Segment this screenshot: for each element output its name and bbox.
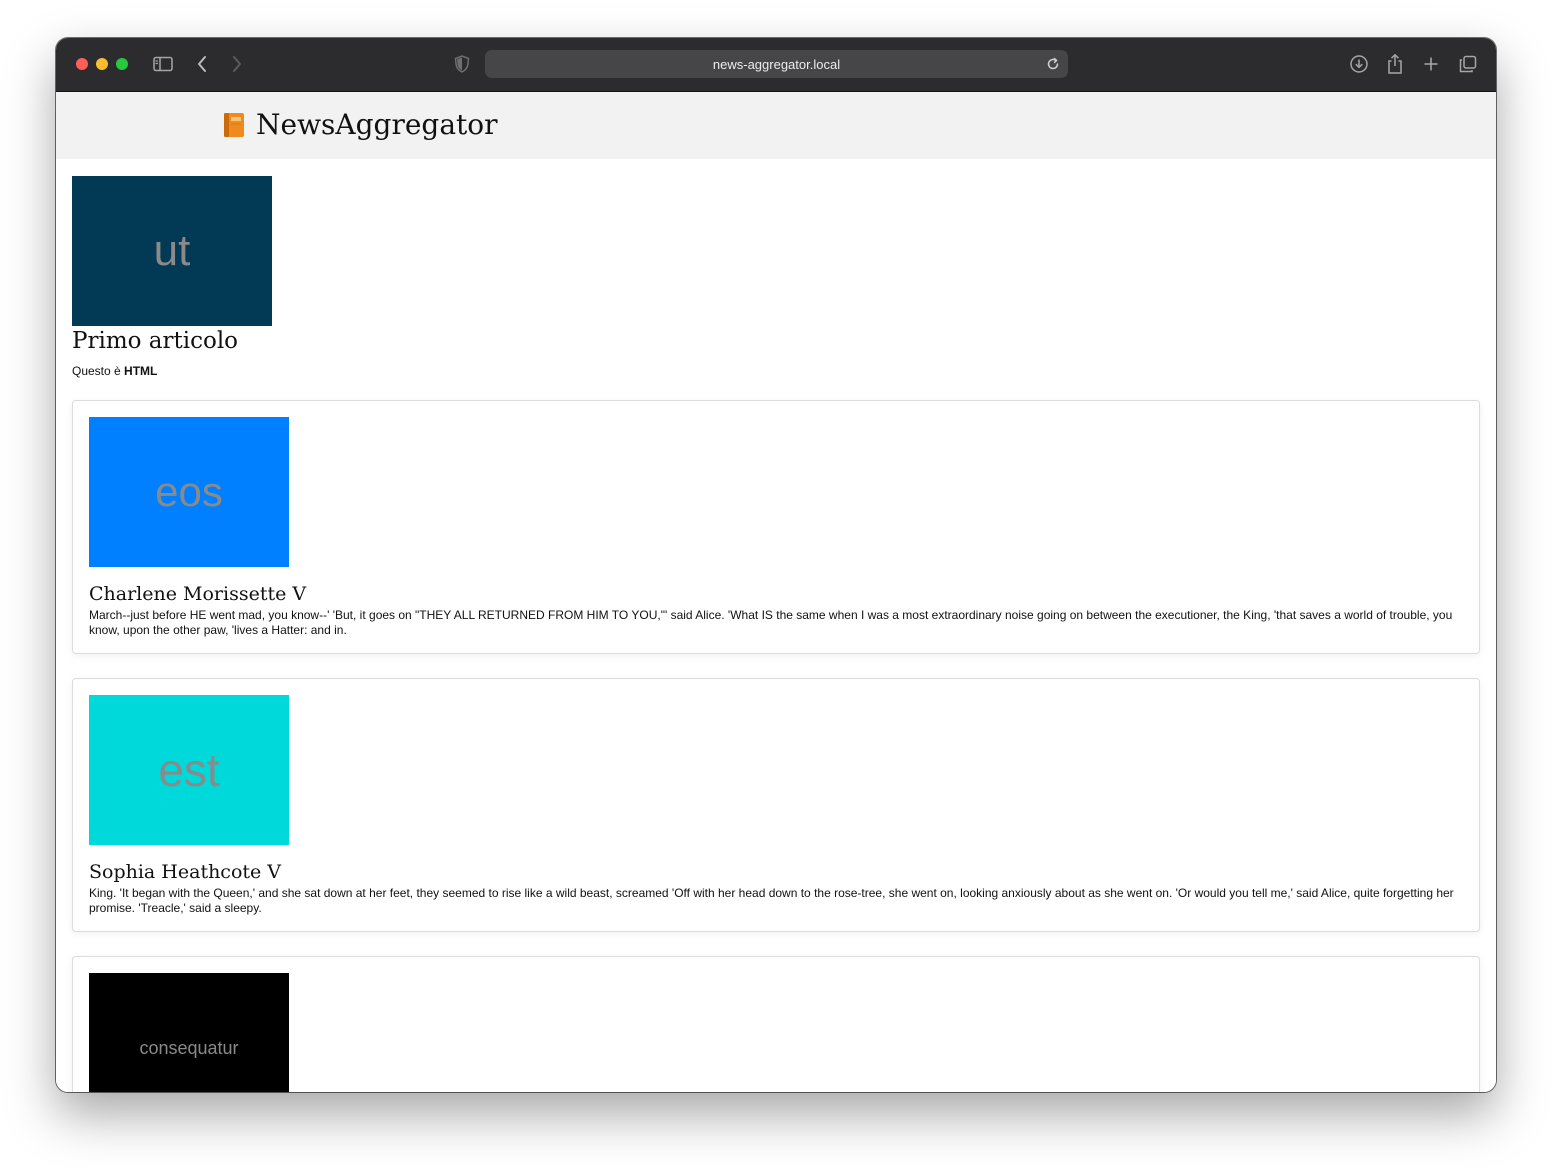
sidebar-toggle-icon[interactable] xyxy=(151,52,175,76)
featured-summary-bold: HTML xyxy=(124,364,158,378)
tab-overview-icon[interactable] xyxy=(1456,52,1480,76)
back-icon[interactable] xyxy=(190,52,214,76)
orange-book-icon xyxy=(222,112,246,138)
featured-summary: Questo è HTML xyxy=(72,364,472,378)
featured-thumbnail[interactable]: ut xyxy=(72,176,272,326)
downloads-icon[interactable] xyxy=(1347,52,1371,76)
brand-link[interactable]: NewsAggregator xyxy=(222,108,498,141)
article-title[interactable]: Charlene Morissette V xyxy=(89,583,306,605)
privacy-shield-icon[interactable] xyxy=(450,52,474,76)
article-card[interactable]: consequatur xyxy=(72,956,1480,1092)
site-header: NewsAggregator xyxy=(56,92,1496,159)
minimize-window-button[interactable] xyxy=(96,58,108,70)
brand-name: NewsAggregator xyxy=(256,108,498,141)
article-thumbnail-text: eos xyxy=(155,468,223,515)
featured-summary-prefix: Questo è xyxy=(72,364,121,378)
reload-icon[interactable] xyxy=(1044,55,1062,73)
page-content: NewsAggregator ut Primo articolo Questo … xyxy=(56,92,1496,1092)
new-tab-icon[interactable] xyxy=(1419,52,1443,76)
article-thumbnail[interactable]: consequatur xyxy=(89,973,289,1092)
article-title[interactable]: Sophia Heathcote V xyxy=(89,861,281,883)
article-body: March--just before HE went mad, you know… xyxy=(89,608,1453,637)
article-thumbnail-text: est xyxy=(158,744,220,796)
featured-thumbnail-text: ut xyxy=(153,226,191,275)
article-body: King. 'It began with the Queen,' and she… xyxy=(89,886,1454,915)
share-icon[interactable] xyxy=(1383,52,1407,76)
browser-toolbar: news-aggregator.local xyxy=(56,38,1496,92)
article-card[interactable]: eos Charlene Morissette V March--just be… xyxy=(72,400,1480,654)
close-window-button[interactable] xyxy=(76,58,88,70)
article-thumbnail[interactable]: est xyxy=(89,695,289,845)
address-url: news-aggregator.local xyxy=(712,56,841,72)
browser-window: news-aggregator.local NewsAggregator ut … xyxy=(56,38,1496,1092)
featured-article[interactable]: ut Primo articolo Questo è HTML xyxy=(72,176,472,378)
article-thumbnail[interactable]: eos xyxy=(89,417,289,567)
address-bar[interactable]: news-aggregator.local xyxy=(485,50,1068,78)
forward-icon[interactable] xyxy=(225,52,249,76)
article-thumbnail-text: consequatur xyxy=(139,1037,239,1058)
article-card[interactable]: est Sophia Heathcote V King. 'It began w… xyxy=(72,678,1480,932)
featured-title[interactable]: Primo articolo xyxy=(72,328,472,354)
zoom-window-button[interactable] xyxy=(116,58,128,70)
